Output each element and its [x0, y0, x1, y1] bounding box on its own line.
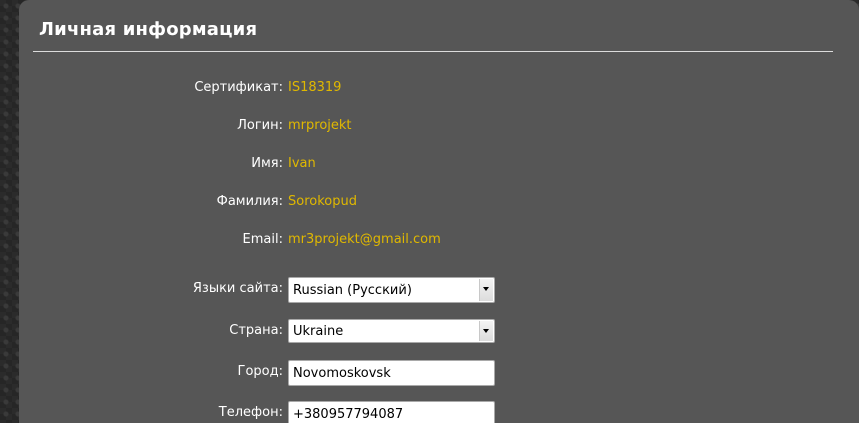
last-name-label: Фамилия: [216, 194, 283, 209]
city-input-value: Novomoskovsk [293, 366, 391, 381]
login-value: mrprojekt [288, 118, 352, 133]
city-input[interactable]: Novomoskovsk [288, 360, 495, 386]
city-row: Город: Novomoskovsk [19, 360, 859, 386]
email-value: mr3projekt@gmail.com [288, 232, 441, 247]
login-row: Логин: mrprojekt [19, 115, 859, 137]
language-label: Языки сайта: [192, 281, 283, 296]
title-divider [33, 51, 833, 52]
certificate-value: IS18319 [288, 80, 342, 95]
login-label: Логин: [237, 118, 283, 133]
city-label: Город: [237, 364, 283, 379]
section-title: Личная информация [39, 19, 258, 40]
first-name-label: Имя: [251, 156, 283, 171]
phone-input[interactable]: +380957794087 [288, 401, 495, 423]
first-name-row: Имя: Ivan [19, 153, 859, 175]
certificate-label: Сертификат: [194, 80, 283, 95]
phone-label: Телефон: [218, 405, 283, 420]
country-selected-value: Ukraine [293, 324, 344, 339]
last-name-value: Sorokopud [288, 194, 357, 209]
email-label: Email: [242, 232, 283, 247]
email-row: Email: mr3projekt@gmail.com [19, 229, 859, 251]
country-select[interactable]: Ukraine [288, 319, 495, 343]
phone-row: Телефон: +380957794087 [19, 401, 859, 423]
language-row: Языки сайта: Russian (Русский) [19, 277, 859, 303]
chevron-down-icon[interactable] [479, 321, 493, 341]
first-name-value: Ivan [288, 156, 316, 171]
phone-input-value: +380957794087 [293, 407, 404, 422]
chevron-down-icon[interactable] [479, 279, 493, 301]
last-name-row: Фамилия: Sorokopud [19, 191, 859, 213]
country-row: Страна: Ukraine [19, 319, 859, 343]
language-select[interactable]: Russian (Русский) [288, 277, 495, 303]
personal-info-panel: Личная информация Сертификат: IS18319 Ло… [19, 0, 859, 423]
certificate-row: Сертификат: IS18319 [19, 77, 859, 99]
country-label: Страна: [229, 323, 283, 338]
language-selected-value: Russian (Русский) [293, 283, 412, 298]
